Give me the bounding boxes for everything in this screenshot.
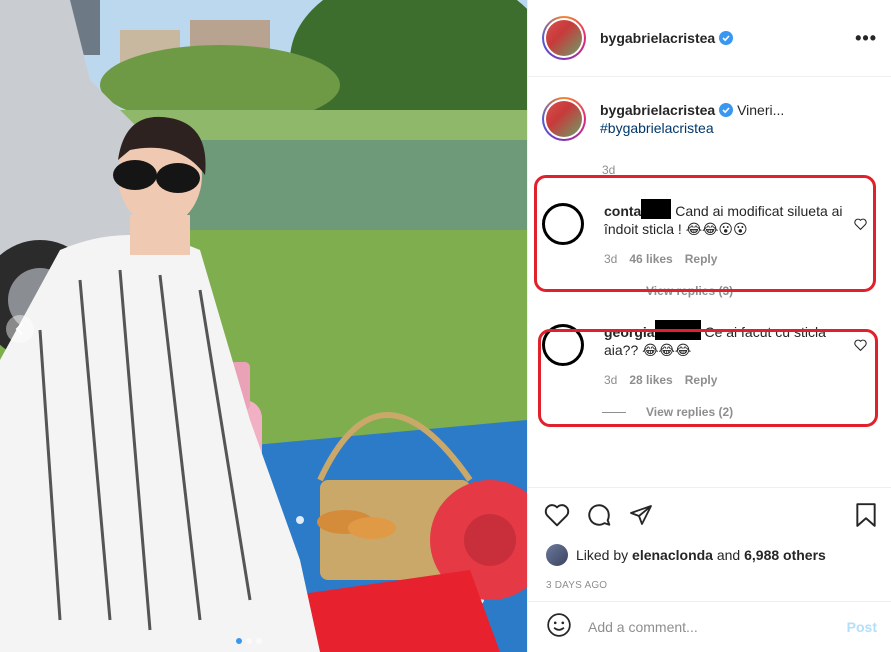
commenter-avatar[interactable] (542, 203, 584, 245)
comment-input[interactable] (588, 619, 847, 635)
carousel-dots (236, 638, 262, 644)
caption-username[interactable]: bygabrielacristea (600, 102, 715, 118)
verified-icon (719, 31, 734, 45)
view-replies-label: View replies (3) (646, 284, 734, 298)
comment-username[interactable]: georgia (604, 324, 655, 340)
comment-username[interactable]: conta (604, 203, 641, 219)
chevron-left-icon (15, 323, 23, 335)
likes-and: and (716, 547, 741, 563)
caption-avatar[interactable] (542, 97, 586, 141)
caption-time: 3d (602, 163, 616, 177)
redaction-bar (654, 320, 701, 340)
reply-button[interactable]: Reply (685, 371, 718, 389)
post-actions: Liked by elenaclonda and 6,988 others 3 … (528, 487, 891, 591)
likes-prefix: Liked by (576, 547, 629, 563)
commenter-avatar[interactable] (542, 324, 584, 366)
carousel-prev-button[interactable] (6, 315, 34, 343)
post-comment-button[interactable]: Post (847, 619, 877, 635)
carousel-dot (236, 638, 242, 644)
bookmark-icon[interactable] (855, 502, 877, 533)
more-options-button[interactable]: ••• (855, 28, 877, 49)
share-icon[interactable] (628, 503, 654, 532)
caption: bygabrielacristea Vineri... #bygabrielac… (542, 97, 877, 141)
author-avatar[interactable] (542, 16, 586, 60)
post-panel: bygabrielacristea ••• bygabrielacristea … (527, 0, 891, 652)
comments-section[interactable]: bygabrielacristea Vineri... #bygabrielac… (528, 77, 891, 487)
liker-avatar[interactable] (546, 544, 568, 566)
view-replies-label: View replies (2) (646, 405, 734, 419)
author-username[interactable]: bygabrielacristea (600, 30, 715, 46)
comment-likes[interactable]: 28 likes (629, 371, 672, 389)
comment-time[interactable]: 3d (604, 371, 617, 389)
post-photo[interactable] (0, 0, 527, 652)
caption-hashtag[interactable]: #bygabrielacristea (600, 120, 714, 136)
verified-icon (719, 103, 734, 117)
comment-time[interactable]: 3d (604, 250, 617, 268)
post-timestamp[interactable]: 3 DAYS AGO (528, 566, 891, 591)
carousel-dot (256, 638, 262, 644)
liker-username[interactable]: elenaclonda (632, 547, 713, 563)
reply-button[interactable]: Reply (685, 250, 718, 268)
view-replies-button[interactable]: View replies (2) (602, 405, 877, 419)
heart-icon[interactable] (854, 217, 867, 235)
comment-likes[interactable]: 46 likes (629, 250, 672, 268)
comment-icon[interactable] (586, 502, 612, 533)
likes-summary: Liked by elenaclonda and 6,988 others (528, 532, 891, 566)
redaction-bar (641, 199, 672, 219)
post-header: bygabrielacristea ••• (528, 0, 891, 77)
view-replies-button[interactable]: View replies (3) (602, 284, 877, 298)
likes-others-button[interactable]: 6,988 others (744, 547, 826, 563)
comment: conta Cand ai modificat silueta ai îndoi… (542, 191, 877, 276)
heart-icon[interactable] (854, 338, 867, 356)
comment: georgia Ce ai facut cu sticla aia?? 😂😂😂 … (542, 312, 877, 397)
picnic-photo (0, 0, 527, 652)
emoji-icon[interactable] (546, 612, 572, 643)
carousel-dot (246, 638, 252, 644)
heart-icon[interactable] (544, 503, 570, 532)
add-comment-bar: Post (528, 601, 891, 652)
caption-text: Vineri... (737, 102, 785, 118)
